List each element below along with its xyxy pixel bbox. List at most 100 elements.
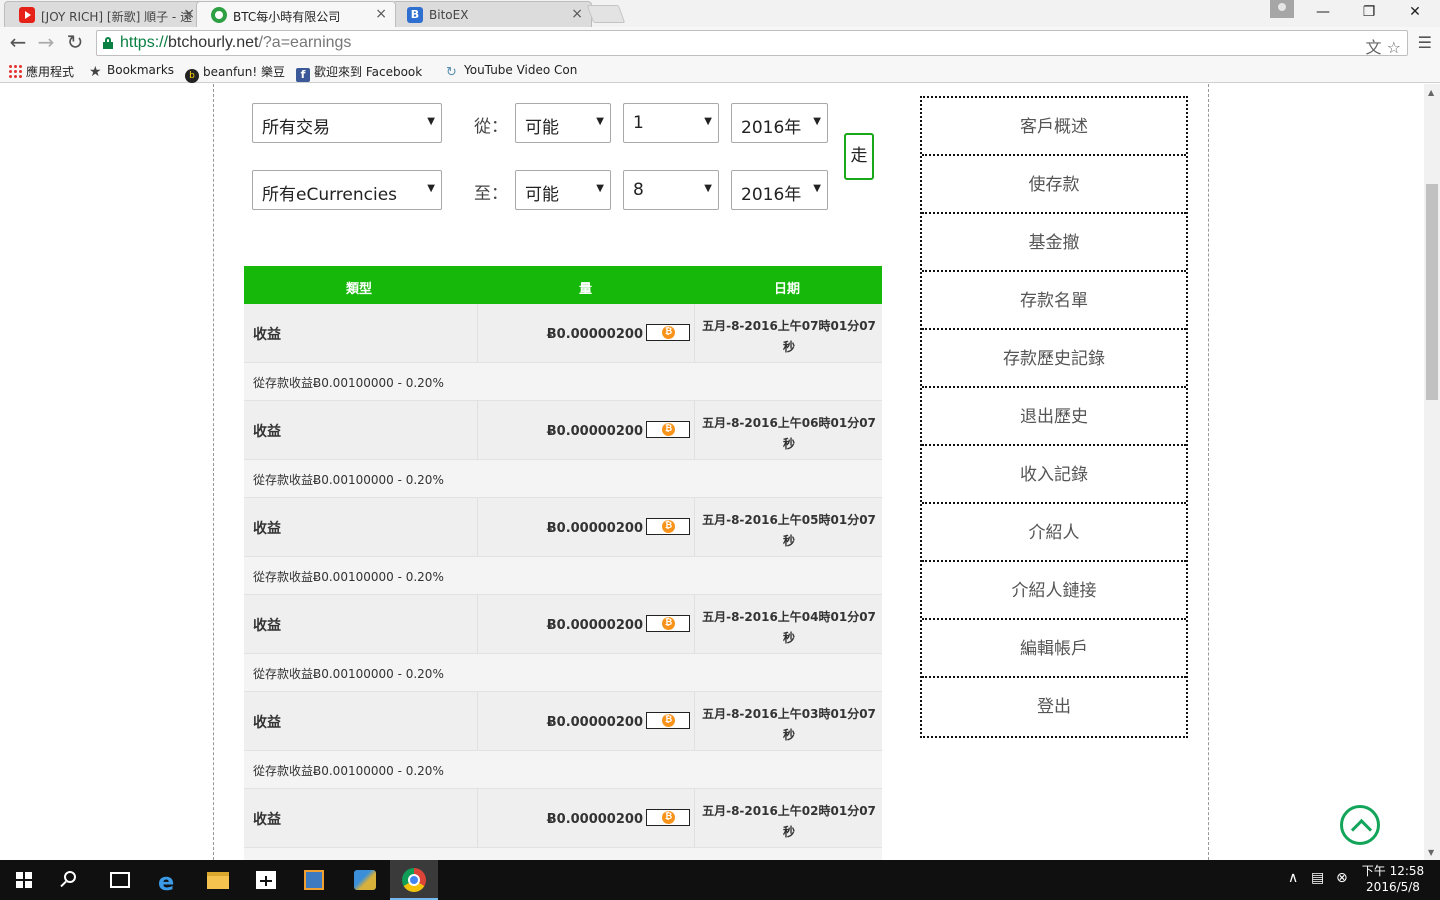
forward-icon[interactable]: → bbox=[34, 31, 58, 55]
from-day-select[interactable]: 1 ▼ bbox=[623, 103, 719, 143]
transaction-type: 收益 bbox=[253, 327, 281, 343]
column-header-amount: 量 bbox=[579, 282, 593, 297]
bookmark-bookmarks[interactable]: ★ Bookmarks bbox=[89, 63, 174, 79]
sidebar-item[interactable]: 使存款 bbox=[922, 156, 1186, 214]
sidebar-item[interactable]: 登出 bbox=[922, 678, 1186, 736]
minimize-icon[interactable]: — bbox=[1300, 0, 1346, 26]
bookmark-facebook[interactable]: f 歡迎來到 Facebook bbox=[296, 63, 422, 82]
tab-strip: [JOY RICH] [新歌] 順子 - 遠 × BTC每小時有限公司 × B … bbox=[0, 0, 1440, 27]
taskbar-chrome[interactable] bbox=[390, 860, 438, 900]
close-tab-icon[interactable]: × bbox=[375, 6, 387, 22]
go-button[interactable]: 走 bbox=[844, 133, 874, 180]
taskbar-store[interactable] bbox=[242, 860, 290, 900]
scroll-down-icon[interactable]: ▼ bbox=[1428, 848, 1434, 857]
chevron-down-icon: ▼ bbox=[596, 183, 604, 194]
bitcoin-icon: ₿ bbox=[662, 714, 675, 727]
back-to-top-icon[interactable] bbox=[1340, 805, 1380, 845]
store-icon bbox=[256, 871, 276, 889]
back-icon[interactable]: ← bbox=[6, 31, 30, 55]
taskbar-media-player[interactable] bbox=[290, 860, 338, 900]
network-disconnected-icon[interactable]: ⊗ bbox=[1336, 870, 1348, 886]
star-icon: ★ bbox=[89, 64, 102, 80]
amount-value: Ƀ0.00000200 bbox=[546, 521, 643, 536]
to-day-select[interactable]: 8 ▼ bbox=[623, 170, 719, 210]
chevron-down-icon: ▼ bbox=[427, 116, 435, 127]
scroll-up-icon[interactable]: ▲ bbox=[1428, 88, 1434, 97]
taskbar-edge[interactable]: e bbox=[146, 860, 194, 900]
transaction-type-select[interactable]: 所有交易 ▼ bbox=[252, 103, 442, 143]
address-bar[interactable]: https://btchourly.net/?a=earnings 文 ☆ bbox=[96, 30, 1408, 57]
tab-joy-rich[interactable]: [JOY RICH] [新歌] 順子 - 遠 × bbox=[4, 1, 204, 27]
new-tab-button[interactable] bbox=[586, 5, 626, 23]
profile-icon[interactable] bbox=[1270, 0, 1294, 18]
tab-title: BTC每小時有限公司 bbox=[233, 10, 341, 24]
task-view-button[interactable] bbox=[96, 860, 144, 900]
action-center-icon[interactable]: ▤ bbox=[1311, 870, 1324, 886]
close-tab-icon[interactable]: × bbox=[183, 6, 195, 22]
table-row: 收益 Ƀ0.00000200 ₿ 五月-8-2016上午02時01分07秒 bbox=[244, 789, 882, 848]
currency-badge: ₿ bbox=[646, 518, 690, 535]
currency-badge: ₿ bbox=[646, 809, 690, 826]
bookmark-apps[interactable]: 應用程式 bbox=[8, 63, 74, 80]
from-month-select[interactable]: 可能 ▼ bbox=[515, 103, 611, 143]
amount-cell: Ƀ0.00000200 ₿ bbox=[478, 401, 695, 459]
star-bookmark-icon[interactable]: ☆ bbox=[1387, 38, 1401, 57]
sidebar-item[interactable]: 介紹人 bbox=[922, 504, 1186, 562]
taskbar-file-explorer[interactable] bbox=[194, 860, 242, 900]
transaction-date: 五月-8-2016上午07時01分07秒 bbox=[702, 319, 876, 354]
page-scrollbar[interactable]: ▲ ▼ bbox=[1424, 84, 1440, 860]
to-year-select[interactable]: 2016年 ▼ bbox=[731, 170, 828, 210]
type-cell: 收益 bbox=[244, 692, 478, 750]
to-month-select[interactable]: 可能 ▼ bbox=[515, 170, 611, 210]
bitcoin-icon: ₿ bbox=[662, 326, 675, 339]
chevron-down-icon: ▼ bbox=[813, 183, 821, 194]
chrome-menu-icon[interactable]: ☰ bbox=[1418, 33, 1432, 52]
tab-btchourly[interactable]: BTC每小時有限公司 × bbox=[196, 1, 396, 27]
media-player-icon bbox=[304, 870, 324, 890]
sidebar-item[interactable]: 介紹人鏈接 bbox=[922, 562, 1186, 620]
windows-logo-icon bbox=[16, 872, 32, 888]
close-tab-icon[interactable]: × bbox=[571, 6, 583, 22]
table-row-detail: 從存款收益Ƀ0.00100000 - 0.20% bbox=[244, 751, 882, 789]
transaction-type: 收益 bbox=[253, 618, 281, 634]
from-year-select[interactable]: 2016年 ▼ bbox=[731, 103, 828, 143]
table-row-detail bbox=[244, 848, 882, 860]
table-body: 收益 Ƀ0.00000200 ₿ 五月-8-2016上午07時01分07秒 從存款收益Ƀ… bbox=[244, 304, 882, 860]
transaction-type: 收益 bbox=[253, 424, 281, 440]
browser-toolbar: ← → ↻ https://btchourly.net/?a=earnings … bbox=[0, 27, 1440, 59]
currency-select[interactable]: 所有eCurrencies ▼ bbox=[252, 170, 442, 210]
chevron-down-icon: ▼ bbox=[813, 116, 821, 127]
amount-cell: Ƀ0.00000200 ₿ bbox=[478, 692, 695, 750]
sidebar-item[interactable]: 客戶概述 bbox=[922, 98, 1186, 156]
sidebar-item[interactable]: 存款名單 bbox=[922, 272, 1186, 330]
taskbar-clock[interactable]: 下午 12:58 2016/5/8 bbox=[1352, 863, 1434, 895]
sidebar-item[interactable]: 收入記錄 bbox=[922, 446, 1186, 504]
tray-chevron-up-icon[interactable]: ∧ bbox=[1288, 870, 1298, 886]
bookmark-youtube-converter[interactable]: ↻ YouTube Video Con bbox=[446, 63, 577, 80]
date-cell: 五月-8-2016上午02時01分07秒 bbox=[695, 789, 882, 847]
reload-icon[interactable]: ↻ bbox=[63, 31, 87, 55]
scrollbar-thumb[interactable] bbox=[1426, 184, 1438, 400]
restore-icon[interactable]: ❐ bbox=[1346, 0, 1392, 26]
transaction-date: 五月-8-2016上午03時01分07秒 bbox=[702, 707, 876, 742]
sidebar-item[interactable]: 存款歷史記錄 bbox=[922, 330, 1186, 388]
youtube-converter-icon: ↻ bbox=[446, 65, 457, 80]
sidebar-item[interactable]: 基金撤 bbox=[922, 214, 1186, 272]
transaction-date: 五月-8-2016上午05時01分07秒 bbox=[702, 513, 876, 548]
date-cell: 五月-8-2016上午05時01分07秒 bbox=[695, 498, 882, 556]
btchourly-favicon-icon bbox=[211, 7, 227, 23]
sidebar-item[interactable]: 編輯帳戶 bbox=[922, 620, 1186, 678]
currency-badge: ₿ bbox=[646, 421, 690, 438]
tab-bitoex[interactable]: B BitoEX × bbox=[392, 1, 592, 27]
search-button[interactable] bbox=[48, 860, 96, 900]
bookmark-beanfun[interactable]: b beanfun! 樂豆 bbox=[185, 63, 285, 83]
facebook-icon: f bbox=[296, 68, 310, 82]
date-cell: 五月-8-2016上午07時01分07秒 bbox=[695, 304, 882, 362]
close-window-icon[interactable]: ✕ bbox=[1392, 0, 1438, 26]
translate-icon[interactable]: 文 bbox=[1366, 38, 1382, 57]
taskbar-paint[interactable] bbox=[340, 860, 388, 900]
sidebar-item[interactable]: 退出歷史 bbox=[922, 388, 1186, 446]
to-label: 至： bbox=[474, 184, 508, 204]
start-button[interactable] bbox=[0, 860, 48, 900]
from-label: 從： bbox=[474, 117, 508, 137]
